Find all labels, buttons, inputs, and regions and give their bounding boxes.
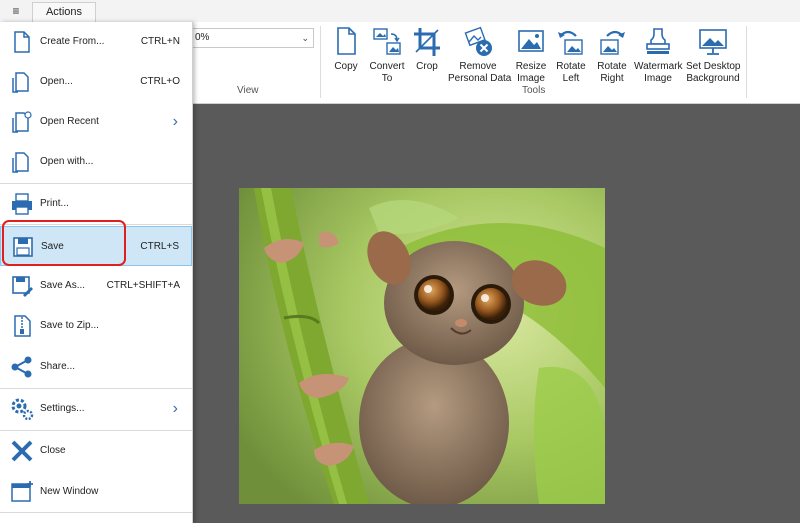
menu-item-shortcut: CTRL+O: [140, 76, 180, 87]
printer-icon: [12, 193, 32, 215]
menu-item-label: Open Recent: [40, 116, 99, 127]
recent-file-icon: [12, 111, 32, 133]
close-icon: [11, 440, 33, 462]
menu-item-label: Share...: [40, 361, 76, 372]
resize-image-button[interactable]: Resize Image: [514, 26, 548, 85]
remove-personal-data-label: Remove Personal Data: [448, 61, 512, 84]
save-as-icon: [12, 276, 33, 297]
rotate-left-label: Rotate Left: [556, 61, 586, 84]
tab-strip: ≡ Actions: [0, 0, 800, 23]
watermark-icon: [646, 28, 670, 54]
tarsier-photo: [239, 188, 605, 504]
menu-item-label: Settings...: [40, 403, 85, 414]
chevron-right-icon: ›: [172, 400, 178, 417]
save-highlight-ring: [2, 220, 126, 266]
menu-item-create-from[interactable]: Create From... CTRL+N: [0, 22, 192, 62]
menu-item-print[interactable]: Print...: [0, 184, 192, 224]
menu-item-open-with[interactable]: Open with...: [0, 142, 192, 182]
menu-item-open[interactable]: Open... CTRL+O: [0, 62, 192, 102]
tab-actions[interactable]: Actions: [32, 2, 96, 23]
rotate-right-icon: [600, 30, 625, 55]
menu-item-share[interactable]: Share...: [0, 347, 192, 387]
menu-item-label: Save to Zip...: [40, 320, 99, 331]
rotate-left-button[interactable]: Rotate Left: [554, 26, 588, 85]
zip-icon: [14, 315, 31, 337]
gear-icon: [11, 398, 34, 421]
open-with-icon: [12, 152, 29, 173]
menu-item-label: Open...: [40, 76, 73, 87]
menu-item-close[interactable]: Close: [0, 431, 192, 471]
menu-item-shortcut: CTRL+S: [140, 241, 179, 252]
menu-item-save-to-zip[interactable]: Save to Zip...: [0, 306, 192, 346]
menu-item-save-as[interactable]: Save As... CTRL+SHIFT+A: [0, 266, 192, 306]
menu-item-label: Save As...: [40, 280, 86, 291]
remove-personal-data-button[interactable]: Remove Personal Data: [448, 26, 512, 85]
set-desktop-background-label: Set Desktop Background: [686, 61, 741, 84]
tools-group-label: Tools: [522, 85, 546, 96]
menu-item-new-window[interactable]: New Window: [0, 472, 192, 512]
chevron-down-icon: ⌄: [301, 33, 309, 43]
ribbon-separator: [320, 26, 321, 98]
menu-divider: [0, 512, 192, 513]
menu-button[interactable]: ≡: [0, 0, 32, 22]
menu-item-shortcut: CTRL+N: [140, 36, 180, 47]
crop-icon: [414, 28, 440, 56]
resize-image-label: Resize Image: [515, 61, 547, 84]
remove-personal-data-icon: [464, 26, 492, 56]
convert-to-label: Convert To: [369, 61, 405, 84]
menu-item-settings[interactable]: Settings... ›: [0, 389, 192, 429]
resize-icon: [518, 30, 544, 52]
menu-item-shortcut: CTRL+SHIFT+A: [106, 280, 180, 291]
rotate-right-button[interactable]: Rotate Right: [594, 26, 630, 85]
share-icon: [11, 356, 32, 378]
crop-label: Crop: [416, 61, 438, 72]
rotate-left-icon: [558, 30, 583, 55]
menu-item-label: Close: [40, 445, 66, 456]
menu-item-label: Open with...: [40, 156, 94, 167]
zoom-select[interactable]: 0% ⌄: [190, 28, 314, 48]
copy-label: Copy: [334, 61, 358, 72]
ribbon-separator: [746, 26, 747, 98]
copy-button[interactable]: Copy: [330, 26, 362, 73]
watermark-image-label: Watermark Image: [634, 61, 683, 84]
menu-item-label: Create From...: [40, 36, 105, 47]
desktop-background-icon: [699, 29, 727, 55]
menu-item-open-recent[interactable]: Open Recent ›: [0, 102, 192, 142]
convert-to-button[interactable]: Convert To: [366, 26, 408, 85]
crop-button[interactable]: Crop: [412, 26, 442, 73]
chevron-right-icon: ›: [172, 113, 178, 130]
copy-icon: [337, 27, 356, 55]
rotate-right-label: Rotate Right: [597, 61, 627, 84]
open-file-icon: [12, 72, 29, 93]
set-desktop-background-button[interactable]: Set Desktop Background: [686, 26, 740, 85]
convert-icon: [373, 28, 401, 55]
new-document-icon: [14, 31, 30, 53]
menu-item-label: Print...: [40, 198, 69, 209]
zoom-value: 0%: [195, 32, 210, 43]
file-menu: Create From... CTRL+N Open... CTRL+O Ope…: [0, 22, 193, 523]
watermark-image-button[interactable]: Watermark Image: [634, 26, 683, 85]
view-group-label: View: [237, 85, 259, 96]
menu-item-label: New Window: [40, 486, 99, 497]
new-window-icon: [11, 481, 33, 502]
